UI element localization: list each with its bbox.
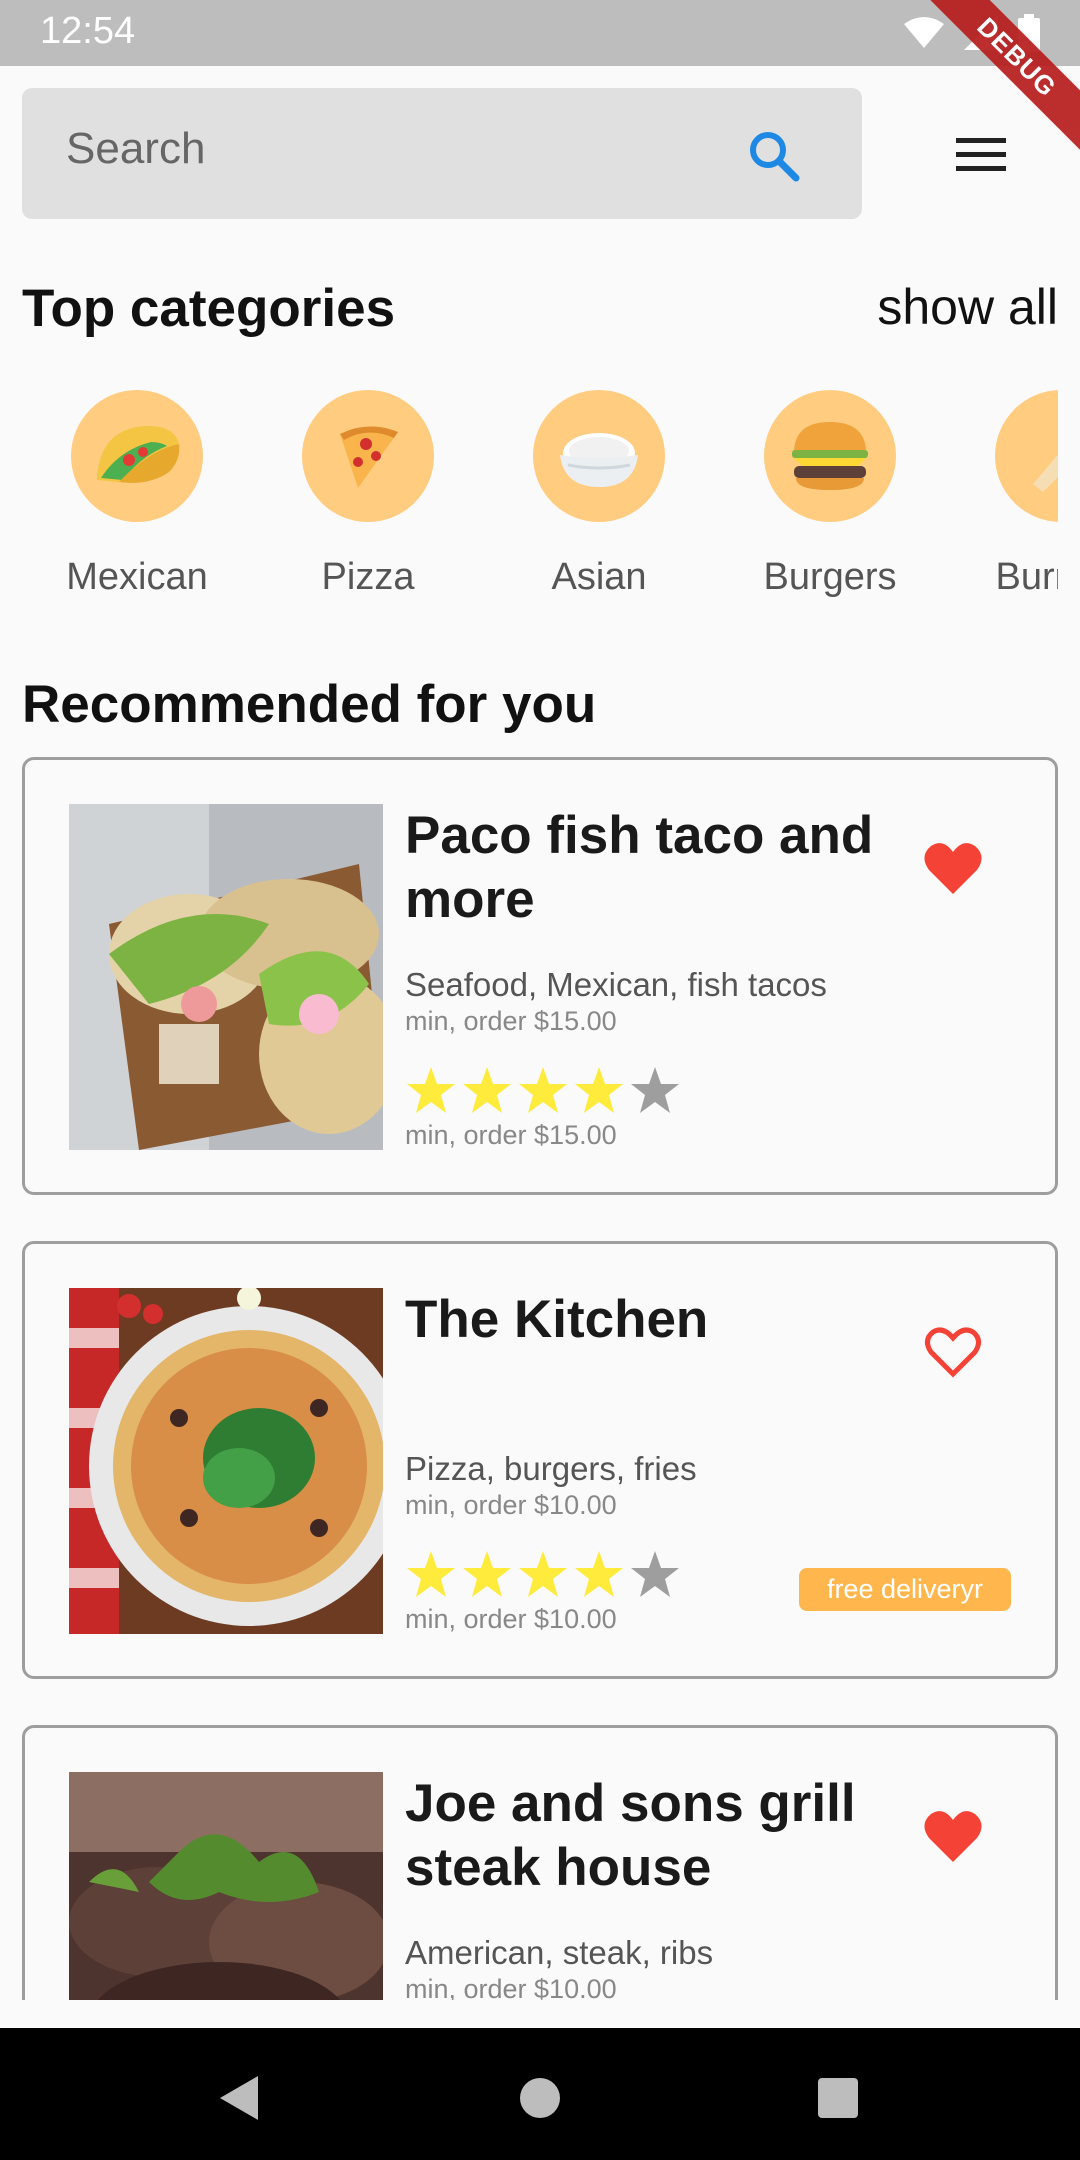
free-delivery-badge: free deliveryr — [798, 1568, 1011, 1611]
category-label: Burritos — [995, 556, 1058, 598]
back-icon[interactable] — [218, 2076, 262, 2120]
category-label: Pizza — [321, 556, 415, 598]
star-icon — [407, 1551, 455, 1597]
category-asian[interactable]: Asian — [484, 390, 714, 599]
restaurant-name: The Kitchen — [405, 1290, 709, 1349]
top-categories-title: Top categories — [22, 279, 396, 338]
star-icon — [575, 1067, 623, 1113]
restaurant-image-pizza — [69, 1288, 383, 1634]
restaurant-card[interactable]: Joe and sons grill steak house American,… — [22, 1725, 1058, 2000]
burger-icon — [764, 390, 896, 522]
search-placeholder: Search — [66, 124, 206, 173]
wifi-icon — [904, 17, 944, 48]
restaurant-name: Joe and sons grill steak house — [405, 1774, 856, 1897]
pizza-icon — [302, 390, 434, 522]
card-clip-region: Joe and sons grill steak house American,… — [0, 1720, 1080, 2000]
restaurant-name: Paco fish taco and more — [405, 806, 874, 929]
restaurant-tags: American, steak, ribs — [405, 1934, 714, 1971]
star-icon — [519, 1067, 567, 1113]
rice-bowl-icon — [533, 390, 665, 522]
recommended-title: Recommended for you — [22, 675, 597, 734]
favorite-heart-outline-icon[interactable] — [923, 1324, 983, 1380]
category-burritos[interactable]: Burritos — [946, 390, 1058, 599]
restaurant-tags: Pizza, burgers, fries — [405, 1450, 697, 1487]
min-order-text: min, order $15.00 — [405, 1120, 617, 1150]
star-icon — [575, 1551, 623, 1597]
rating-stars — [405, 1549, 681, 1599]
star-empty-icon — [631, 1551, 679, 1597]
category-pizza[interactable]: Pizza — [253, 390, 483, 599]
category-burgers[interactable]: Burgers — [715, 390, 945, 599]
recents-icon[interactable] — [816, 2076, 860, 2120]
min-order-text: min, order $10.00 — [405, 1974, 617, 2000]
restaurant-image-fish-tacos — [69, 804, 383, 1150]
burrito-icon — [995, 390, 1058, 522]
category-mexican[interactable]: Mexican — [22, 390, 252, 599]
star-icon — [519, 1551, 567, 1597]
star-icon — [407, 1067, 455, 1113]
restaurant-card[interactable]: The Kitchen Pizza, burgers, fries min, o… — [22, 1241, 1058, 1679]
search-input[interactable]: Search — [22, 88, 862, 219]
search-icon[interactable] — [746, 128, 802, 184]
category-label: Burgers — [763, 556, 897, 598]
restaurant-card[interactable]: Paco fish taco and more Seafood, Mexican… — [22, 757, 1058, 1195]
rating-stars — [405, 1065, 681, 1115]
categories-row: Mexican Pizza Asian Burgers Bur — [22, 390, 1058, 620]
category-label: Asian — [551, 556, 647, 598]
home-icon[interactable] — [518, 2076, 562, 2120]
favorite-heart-icon[interactable] — [923, 1808, 983, 1864]
status-bar: 12:54 DEBUG — [0, 0, 1080, 161]
taco-icon — [71, 390, 203, 522]
min-order-text: min, order $10.00 — [405, 1490, 617, 1520]
star-empty-icon — [631, 1067, 679, 1113]
menu-icon[interactable] — [950, 130, 1012, 176]
min-order-text: min, order $10.00 — [405, 1604, 617, 1634]
star-icon — [463, 1067, 511, 1113]
favorite-heart-icon[interactable] — [923, 840, 983, 896]
status-time: 12:54 — [40, 10, 136, 52]
restaurant-tags: Seafood, Mexican, fish tacos — [405, 966, 827, 1003]
min-order-text: min, order $15.00 — [405, 1006, 617, 1036]
show-all-link[interactable]: show all — [877, 278, 1058, 336]
star-icon — [463, 1551, 511, 1597]
restaurant-image-steak — [69, 1772, 383, 2000]
category-label: Mexican — [66, 556, 208, 598]
system-nav-bar — [0, 2028, 1080, 2160]
